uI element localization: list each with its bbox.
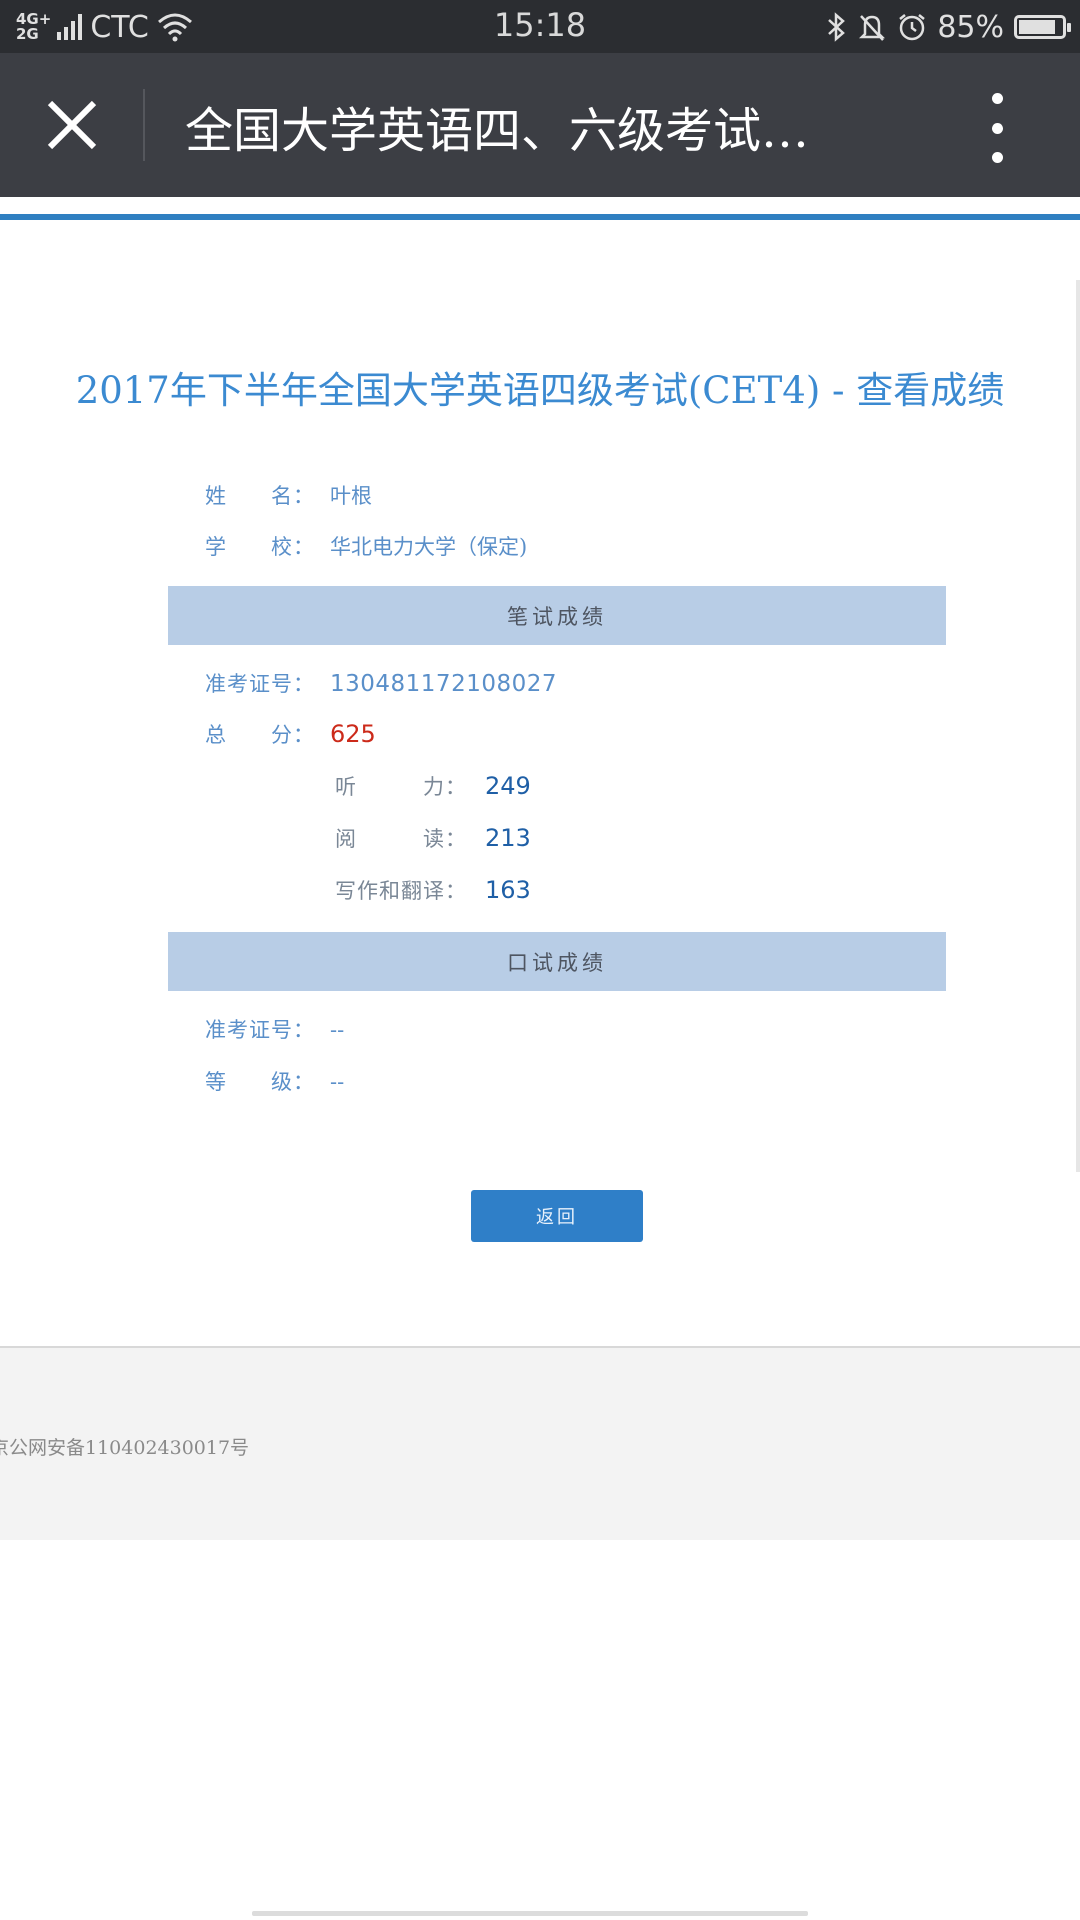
status-bar: 4G+ 2G CTC 15:18 85% — [0, 0, 1080, 53]
listening-label: 听 力： — [335, 775, 467, 799]
grade-label: 等 级： — [205, 1070, 315, 1094]
name-value: 叶根 — [330, 484, 372, 508]
reading-value: 213 — [485, 824, 531, 852]
bell-off-icon — [859, 15, 886, 41]
battery-percent: 85% — [937, 9, 1004, 45]
more-vertical-icon[interactable] — [982, 93, 1012, 163]
school-value: 华北电力大学（保定) — [330, 535, 528, 559]
grade-value: -- — [330, 1070, 345, 1094]
alarm-icon — [899, 14, 926, 41]
bluetooth-icon — [828, 12, 846, 42]
oral-section-header: 口试成绩 — [168, 932, 946, 991]
oral-ticket-label: 准考证号： — [205, 1018, 315, 1042]
name-label: 姓 名： — [205, 484, 315, 508]
result-heading: 2017年下半年全国大学英语四级考试(CET4) - 查看成绩 — [75, 369, 1005, 412]
school-label: 学 校： — [205, 535, 315, 559]
ticket-row: 准考证号： 130481172108027 — [205, 668, 557, 698]
footer: 京公网安备110402430017号 — [0, 1346, 1080, 1540]
reading-row: 阅 读： 213 — [335, 823, 531, 853]
page-title: 全国大学英语四、六级考试… — [185, 103, 810, 159]
oral-ticket-value: -- — [330, 1018, 345, 1042]
listening-value: 249 — [485, 772, 531, 800]
name-row: 姓 名： 叶根 — [205, 480, 372, 510]
writing-value: 163 — [485, 876, 531, 904]
battery-icon — [1014, 15, 1071, 39]
status-right: 85% — [825, 8, 1071, 46]
title-bar: 全国大学英语四、六级考试… — [0, 53, 1080, 197]
written-section-header: 笔试成绩 — [168, 586, 946, 645]
load-progress-bar — [0, 214, 1080, 220]
back-button[interactable]: 返回 — [471, 1190, 643, 1242]
grade-row: 等 级： -- — [205, 1066, 344, 1096]
ticket-value: 130481172108027 — [330, 671, 557, 697]
school-row: 学 校： 华北电力大学（保定) — [205, 531, 527, 561]
close-icon[interactable] — [38, 91, 106, 159]
title-divider — [143, 89, 145, 161]
footer-icp: 京公网安备110402430017号 — [0, 1437, 250, 1459]
bottom-scroll-indicator — [252, 1911, 808, 1916]
reading-label: 阅 读： — [335, 827, 467, 851]
total-row: 总 分： 625 — [205, 719, 376, 749]
total-label: 总 分： — [205, 723, 315, 747]
listening-row: 听 力： 249 — [335, 771, 531, 801]
oral-ticket-row: 准考证号： -- — [205, 1014, 344, 1044]
writing-row: 写作和翻译： 163 — [335, 875, 531, 905]
ticket-label: 准考证号： — [205, 672, 315, 696]
writing-label: 写作和翻译： — [335, 879, 467, 903]
battery-fill — [1019, 20, 1055, 34]
total-score-value: 625 — [330, 720, 376, 748]
